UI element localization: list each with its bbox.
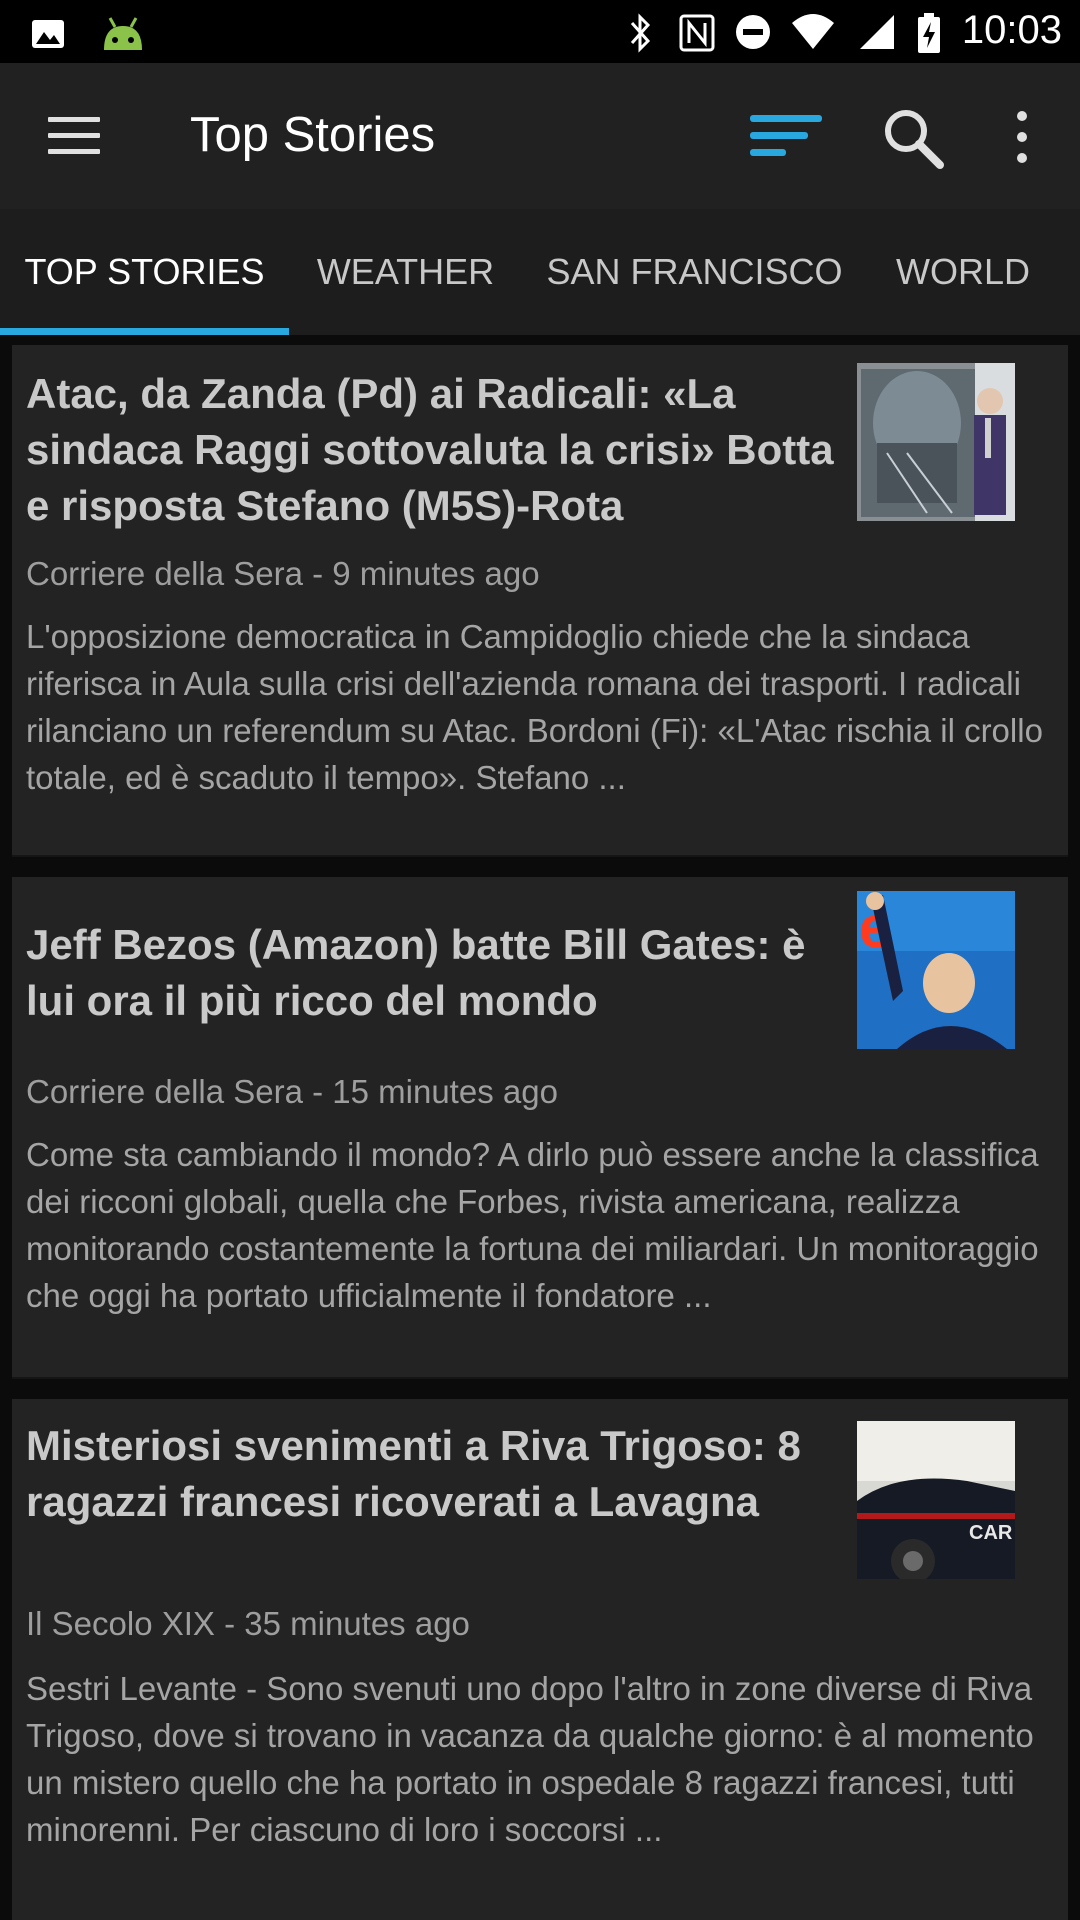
svg-text:CAR: CAR — [969, 1522, 1013, 1544]
tab-san-francisco[interactable]: SAN FRANCISCO — [522, 209, 867, 335]
article-snippet: Come sta cambiando il mondo? A dirlo può… — [26, 1136, 1039, 1314]
app-screen: 10:03 Top Stories TOP STORIES WEATHER SA… — [0, 0, 1080, 1920]
toolbar-title: Top Stories — [190, 108, 436, 162]
article-source: Il Secolo XIX - 35 minutes ago — [26, 1605, 470, 1642]
battery-charging-icon — [916, 12, 942, 53]
search-icon[interactable] — [880, 105, 946, 171]
sort-icon[interactable] — [750, 115, 822, 159]
tab-weather[interactable]: WEATHER — [289, 209, 522, 335]
wifi-icon — [790, 13, 836, 49]
article-list: Atac, da Zanda (Pd) ai Radicali: «La sin… — [0, 335, 1080, 1920]
article-card[interactable]: Misteriosi svenimenti a Riva Trigoso: 8 … — [12, 1399, 1068, 1920]
article-title: Atac, da Zanda (Pd) ai Radicali: «La sin… — [26, 370, 834, 529]
article-title: Jeff Bezos (Amazon) batte Bill Gates: è … — [26, 921, 806, 1024]
article-thumbnail[interactable]: CAR — [857, 1421, 1015, 1579]
article-card[interactable]: Atac, da Zanda (Pd) ai Radicali: «La sin… — [12, 345, 1068, 857]
do-not-disturb-icon — [734, 13, 770, 49]
status-time: 10:03 — [961, 8, 1062, 52]
article-title: Misteriosi svenimenti a Riva Trigoso: 8 … — [26, 1422, 801, 1525]
article-thumbnail[interactable]: e — [857, 891, 1015, 1049]
bluetooth-icon — [622, 12, 658, 53]
android-icon — [100, 14, 146, 54]
nfc-icon — [678, 13, 715, 51]
tab-top-stories[interactable]: TOP STORIES — [0, 209, 289, 335]
image-icon — [30, 16, 66, 52]
article-snippet: L'opposizione democratica in Campidoglio… — [26, 618, 1043, 796]
article-source: Corriere della Sera - 15 minutes ago — [26, 1073, 558, 1110]
tab-world[interactable]: WORLD — [867, 209, 1059, 335]
article-card[interactable]: Jeff Bezos (Amazon) batte Bill Gates: è … — [12, 877, 1068, 1379]
tab-indicator — [0, 328, 289, 335]
status-bar: 10:03 — [0, 0, 1080, 63]
category-tabs: TOP STORIES WEATHER SAN FRANCISCO WORLD — [0, 209, 1080, 335]
article-thumbnail[interactable] — [857, 363, 1015, 521]
app-toolbar: Top Stories — [0, 63, 1080, 209]
more-vert-icon[interactable] — [1010, 111, 1034, 167]
article-snippet: Sestri Levante - Sono svenuti uno dopo l… — [26, 1670, 1034, 1848]
menu-icon[interactable] — [48, 117, 100, 157]
article-source: Corriere della Sera - 9 minutes ago — [26, 555, 540, 592]
signal-icon — [856, 13, 896, 49]
